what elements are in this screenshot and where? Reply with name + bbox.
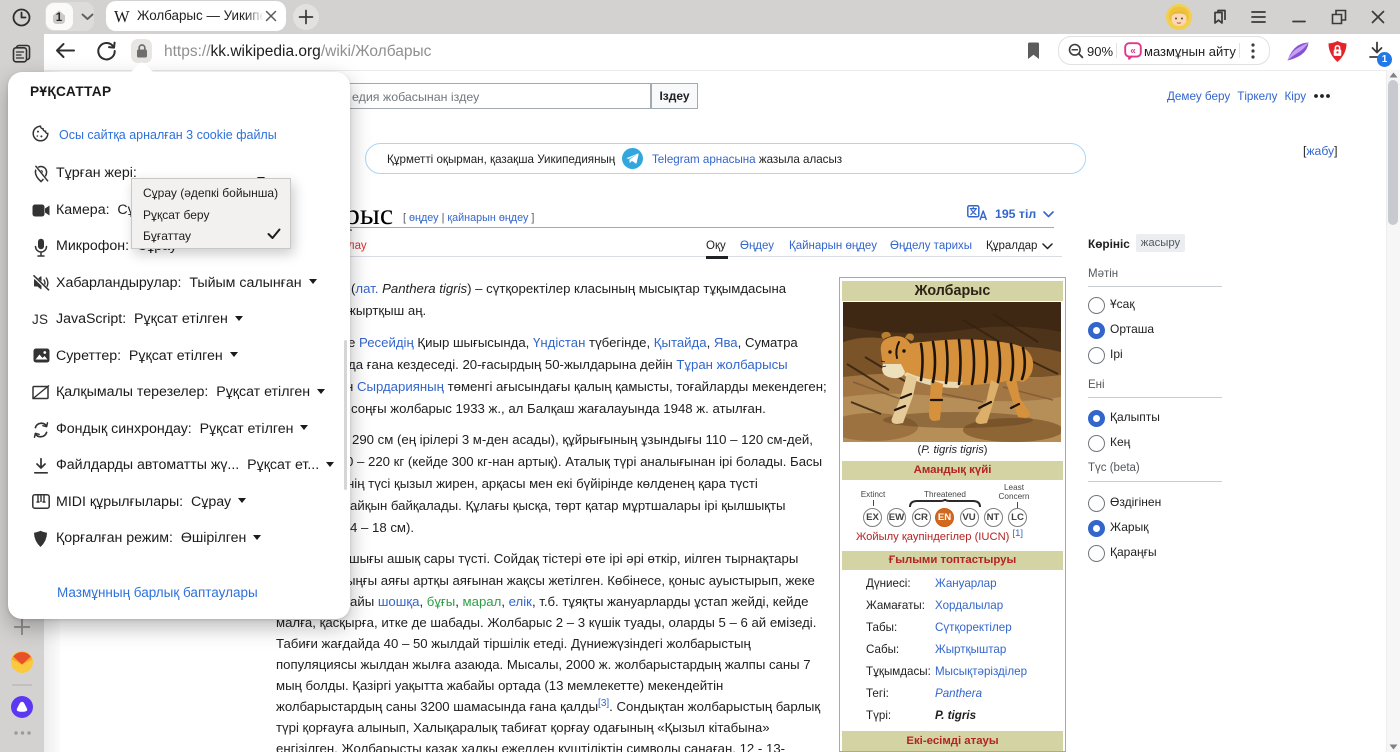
svg-text:1: 1	[56, 12, 63, 24]
svg-text:«: «	[1130, 46, 1136, 57]
